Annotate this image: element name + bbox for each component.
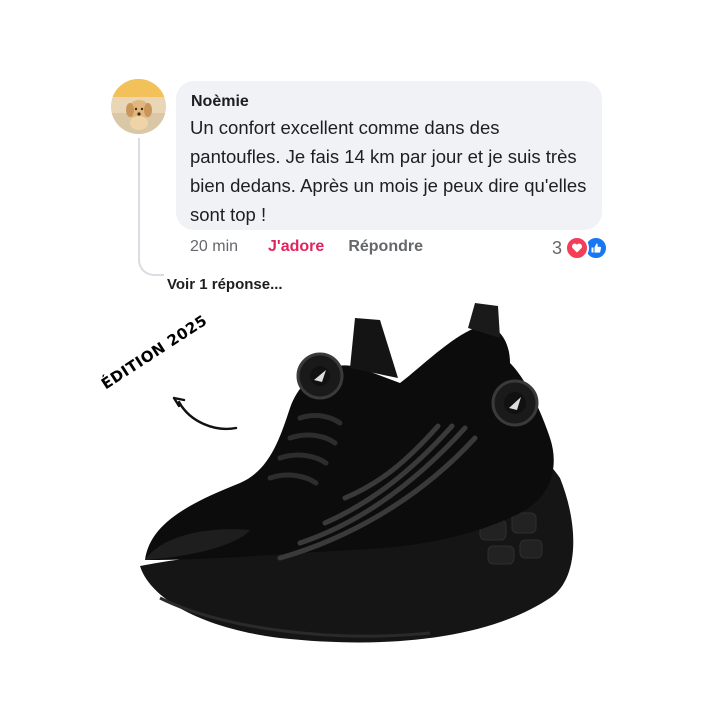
comment-author[interactable]: Noèmie (191, 93, 588, 111)
reaction-summary[interactable]: 3 (552, 236, 609, 260)
shoe-image (140, 303, 574, 643)
reaction-count: 3 (552, 237, 563, 258)
comment-time[interactable]: 20 min (190, 238, 238, 256)
thread-connector (138, 138, 164, 276)
comment-text: Un confort excellent comme dans des pant… (190, 117, 587, 225)
comment-bubble: Noèmie Un confort excellent comme dans d… (176, 81, 602, 230)
reply-button[interactable]: Répondre (348, 238, 423, 256)
heart-icon (565, 236, 590, 260)
like-button[interactable]: J'adore (268, 238, 324, 256)
comment-actions: 20 min J'adore Répondre (190, 238, 423, 256)
view-replies-link[interactable]: Voir 1 réponse... (167, 276, 283, 293)
avatar[interactable] (111, 79, 166, 134)
